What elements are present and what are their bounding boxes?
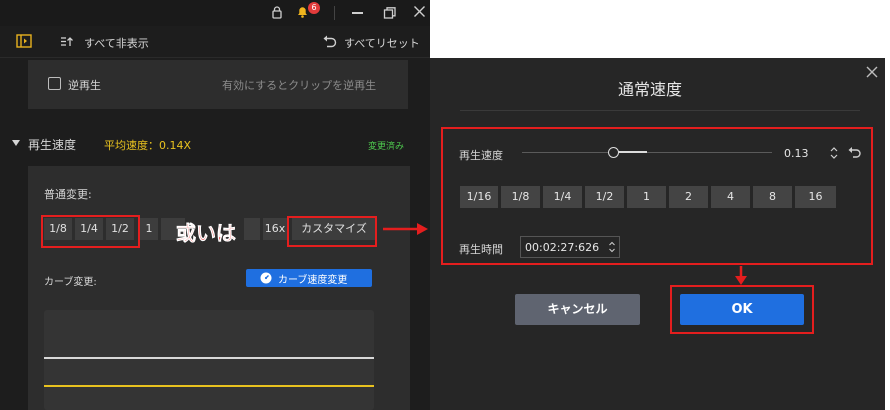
dialog-title-divider (460, 110, 860, 111)
preset-8-button[interactable] (244, 218, 260, 240)
reverse-row: 逆再生 有効にするとクリップを逆再生 (28, 60, 408, 109)
reset-all-button[interactable]: すべてリセット (344, 35, 420, 51)
speed-options-box: 普通変更: 1/8 1/4 1/2 1 16x カスタマイズ カーブ変更: カー… (28, 166, 410, 410)
preset-16x-button[interactable]: 16x (263, 218, 287, 240)
panel-toggle-icon[interactable] (16, 34, 32, 48)
annotation-arrow-down (734, 266, 748, 286)
reverse-hint: 有効にするとクリップを逆再生 (222, 79, 377, 92)
titlebar-divider (334, 6, 335, 20)
hide-all-button[interactable]: すべて非表示 (84, 35, 149, 51)
annotation-box-ok (670, 285, 814, 334)
curve-speed-button[interactable]: カーブ速度変更 (246, 269, 372, 287)
curve-change-label: カーブ変更: (44, 277, 97, 288)
close-window-icon[interactable] (413, 5, 426, 18)
reverse-checkbox[interactable] (48, 77, 61, 90)
curve-speed-line (44, 385, 374, 387)
dialog-title: 通常速度 (618, 80, 683, 99)
average-speed: 平均速度：0.14X (104, 139, 192, 152)
restore-icon[interactable] (383, 6, 397, 20)
normal-change-label: 普通変更: (44, 188, 92, 201)
notification-badge: 6 (308, 2, 320, 14)
speed-section-title: 再生速度 (28, 138, 77, 152)
annotation-box-customize (287, 216, 377, 247)
collapse-caret-icon[interactable] (12, 140, 20, 147)
curve-baseline (44, 357, 374, 359)
reverse-label: 逆再生 (68, 79, 101, 92)
preset-1-button[interactable]: 1 (140, 218, 158, 240)
window-titlebar: 6 (0, 0, 430, 26)
hide-all-icon[interactable] (60, 35, 74, 48)
annotation-box-presets (41, 215, 140, 248)
annotation-arrow-right (383, 222, 429, 236)
annotation-box-settings (441, 127, 873, 265)
speed-gauge-icon (260, 272, 272, 284)
normal-speed-dialog: 通常速度 再生速度 0.13 1/16 1/8 1/4 1/2 1 2 4 8 … (430, 58, 885, 410)
cancel-button[interactable]: キャンセル (515, 294, 640, 325)
undo-icon[interactable] (322, 35, 337, 48)
changed-status: 変更済み (368, 142, 405, 152)
curve-speed-button-label: カーブ速度変更 (278, 275, 348, 286)
lock-icon[interactable] (270, 5, 284, 19)
panel-toolbar: すべて非表示 すべてリセット (0, 26, 430, 58)
minimize-icon[interactable] (352, 12, 363, 14)
or-annotation: 或いは (176, 221, 237, 246)
curve-graph[interactable] (44, 310, 374, 410)
dialog-close-icon[interactable] (866, 66, 878, 78)
speed-panel: 6 すべて非表示 すべてリセット 逆再生 有効にするとクリップを逆再生 再生速度… (0, 0, 430, 410)
